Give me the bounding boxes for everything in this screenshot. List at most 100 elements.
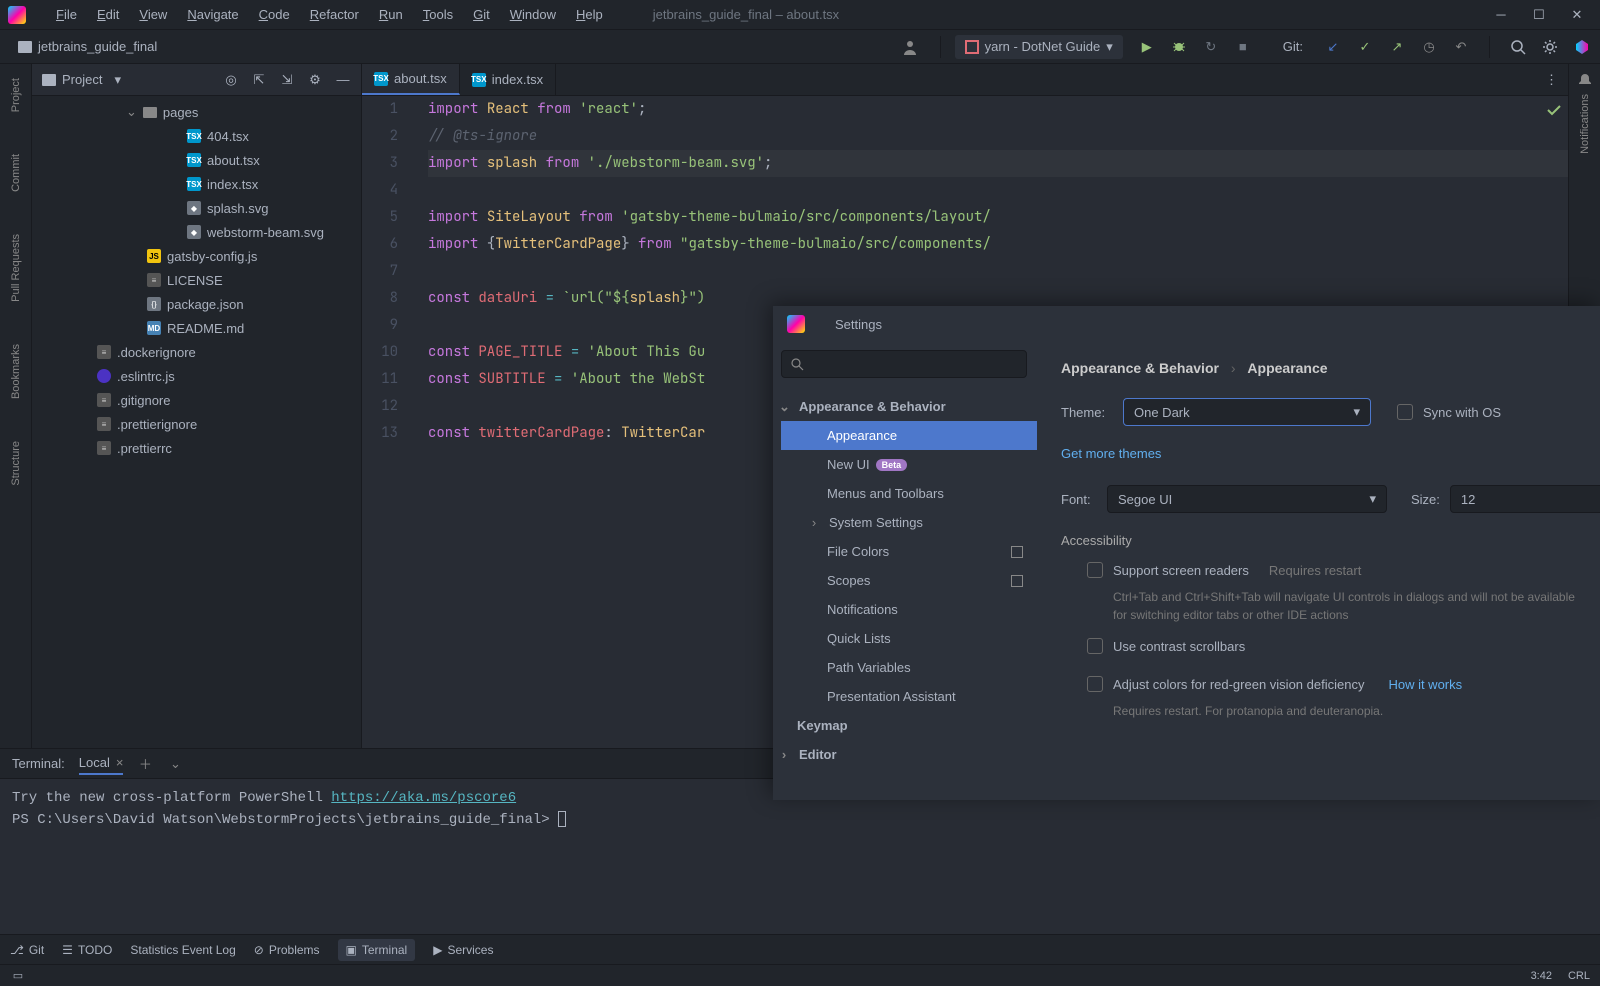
maximize-icon[interactable]: ☐ bbox=[1532, 8, 1546, 22]
settings-icon[interactable] bbox=[1542, 39, 1558, 55]
bottom-todo[interactable]: ☰TODO bbox=[62, 943, 112, 957]
bottom-problems[interactable]: ⊘Problems bbox=[254, 943, 320, 957]
bottom-services[interactable]: ▶Services bbox=[433, 943, 493, 957]
bottom-git[interactable]: ⎇Git bbox=[10, 943, 44, 957]
git-pull-icon[interactable]: ↙ bbox=[1325, 39, 1341, 55]
tool-structure[interactable]: Structure bbox=[10, 435, 22, 492]
menu-help[interactable]: Help bbox=[566, 3, 613, 26]
tool-window-layout-icon[interactable]: ▭ bbox=[10, 968, 26, 984]
tree-item[interactable]: ≡.prettierrc bbox=[32, 436, 361, 460]
git-commit-icon[interactable]: ✓ bbox=[1357, 39, 1373, 55]
git-push-icon[interactable]: ↗ bbox=[1389, 39, 1405, 55]
editor-tab[interactable]: TSXindex.tsx bbox=[460, 64, 556, 95]
how-it-works-link[interactable]: How it works bbox=[1388, 677, 1462, 692]
menu-tools[interactable]: Tools bbox=[413, 3, 463, 26]
minimize-icon[interactable]: ─ bbox=[1494, 8, 1508, 22]
tree-item[interactable]: TSX404.tsx bbox=[32, 124, 361, 148]
tool-notifications[interactable]: Notifications bbox=[1579, 88, 1591, 160]
bell-icon[interactable] bbox=[1577, 72, 1593, 88]
close-icon[interactable]: ✕ bbox=[1570, 8, 1584, 22]
run-configuration-select[interactable]: yarn - DotNet Guide ▾ bbox=[955, 35, 1123, 59]
search-icon[interactable] bbox=[1510, 39, 1526, 55]
terminal-body[interactable]: Try the new cross-platform PowerShell ht… bbox=[0, 779, 1600, 934]
tree-item[interactable]: TSXabout.tsx bbox=[32, 148, 361, 172]
code-with-me-icon[interactable] bbox=[1574, 39, 1590, 55]
project-breadcrumb[interactable]: jetbrains_guide_final bbox=[10, 36, 165, 57]
expand-all-icon[interactable]: ⇱ bbox=[251, 72, 267, 88]
screen-readers-checkbox[interactable] bbox=[1087, 562, 1103, 578]
settings-item-appearance[interactable]: Appearance bbox=[781, 421, 1037, 450]
tool-commit[interactable]: Commit bbox=[10, 148, 22, 198]
menu-edit[interactable]: Edit bbox=[87, 3, 129, 26]
menu-navigate[interactable]: Navigate bbox=[177, 3, 248, 26]
settings-item-editor[interactable]: ›Editor bbox=[781, 740, 1037, 769]
menu-file[interactable]: File bbox=[46, 3, 87, 26]
menu-git[interactable]: Git bbox=[463, 3, 500, 26]
terminal-link[interactable]: https://aka.ms/pscore6 bbox=[331, 790, 516, 806]
tree-item[interactable]: ≡.prettierignore bbox=[32, 412, 361, 436]
close-tab-icon[interactable]: × bbox=[116, 755, 124, 770]
history-icon[interactable]: ◷ bbox=[1421, 39, 1437, 55]
tree-item[interactable]: TSXindex.tsx bbox=[32, 172, 361, 196]
settings-item-keymap[interactable]: Keymap bbox=[781, 711, 1037, 740]
run-icon[interactable]: ▶ bbox=[1139, 39, 1155, 55]
sync-with-os-checkbox[interactable] bbox=[1397, 404, 1413, 420]
debug-icon[interactable] bbox=[1171, 39, 1187, 55]
settings-item-file-colors[interactable]: File Colors bbox=[781, 537, 1037, 566]
tree-item[interactable]: ◆splash.svg bbox=[32, 196, 361, 220]
tool-project[interactable]: Project bbox=[10, 72, 22, 118]
settings-item-new-ui[interactable]: New UIBeta bbox=[781, 450, 1037, 479]
terminal-tab-local[interactable]: Local × bbox=[79, 752, 124, 775]
tree-item[interactable]: ≡LICENSE bbox=[32, 268, 361, 292]
settings-item-quick-lists[interactable]: Quick Lists bbox=[781, 624, 1037, 653]
locate-icon[interactable]: ◎ bbox=[223, 72, 239, 88]
menu-refactor[interactable]: Refactor bbox=[300, 3, 369, 26]
settings-tree[interactable]: ⌄Appearance & BehaviorAppearanceNew UIBe… bbox=[781, 392, 1037, 800]
undo-icon[interactable]: ↶ bbox=[1453, 39, 1469, 55]
line-separator[interactable]: CRL bbox=[1568, 970, 1590, 982]
bottom-statistics-event-log[interactable]: Statistics Event Log bbox=[130, 943, 235, 957]
theme-select[interactable]: One Dark ▾ bbox=[1123, 398, 1371, 426]
settings-search-input[interactable] bbox=[781, 350, 1027, 378]
chevron-down-icon[interactable]: ⌄ bbox=[167, 756, 183, 772]
tree-item[interactable]: .eslintrc.js bbox=[32, 364, 361, 388]
menu-view[interactable]: View bbox=[129, 3, 177, 26]
new-session-icon[interactable]: ＋ bbox=[137, 756, 153, 772]
caret-position[interactable]: 3:42 bbox=[1531, 970, 1552, 982]
editor-tab[interactable]: TSXabout.tsx bbox=[362, 64, 460, 95]
run-with-coverage-icon[interactable]: ↻ bbox=[1203, 39, 1219, 55]
tree-item[interactable]: ≡.dockerignore bbox=[32, 340, 361, 364]
tree-item[interactable]: ≡.gitignore bbox=[32, 388, 361, 412]
stop-icon[interactable]: ■ bbox=[1235, 39, 1251, 55]
tree-item[interactable]: {}package.json bbox=[32, 292, 361, 316]
tool-bookmarks[interactable]: Bookmarks bbox=[10, 338, 22, 405]
tree-item[interactable]: ⌄pages bbox=[32, 100, 361, 124]
collapse-all-icon[interactable]: ⇲ bbox=[279, 72, 295, 88]
menu-code[interactable]: Code bbox=[249, 3, 300, 26]
tool-pull-requests[interactable]: Pull Requests bbox=[10, 228, 22, 308]
project-tree[interactable]: ⌄pagesTSX404.tsxTSXabout.tsxTSXindex.tsx… bbox=[32, 96, 361, 748]
settings-item-presentation-assistant[interactable]: Presentation Assistant bbox=[781, 682, 1037, 711]
gear-icon[interactable]: ⚙ bbox=[307, 72, 323, 88]
settings-item-notifications[interactable]: Notifications bbox=[781, 595, 1037, 624]
tree-item[interactable]: MDREADME.md bbox=[32, 316, 361, 340]
menu-window[interactable]: Window bbox=[500, 3, 566, 26]
settings-item-system-settings[interactable]: ›System Settings bbox=[781, 508, 1037, 537]
settings-item-appearance-behavior[interactable]: ⌄Appearance & Behavior bbox=[781, 392, 1037, 421]
settings-item-scopes[interactable]: Scopes bbox=[781, 566, 1037, 595]
tab-more-icon[interactable]: ⋮ bbox=[1535, 64, 1568, 95]
colorblind-checkbox[interactable] bbox=[1087, 676, 1103, 692]
tree-item[interactable]: JSgatsby-config.js bbox=[32, 244, 361, 268]
font-select[interactable]: Segoe UI ▾ bbox=[1107, 485, 1387, 513]
account-icon[interactable] bbox=[900, 37, 920, 57]
hide-icon[interactable]: — bbox=[335, 72, 351, 88]
settings-item-menus-and-toolbars[interactable]: Menus and Toolbars bbox=[781, 479, 1037, 508]
settings-item-path-variables[interactable]: Path Variables bbox=[781, 653, 1037, 682]
get-more-themes-link[interactable]: Get more themes bbox=[1061, 446, 1161, 461]
tree-item[interactable]: ◆webstorm-beam.svg bbox=[32, 220, 361, 244]
contrast-scrollbars-checkbox[interactable] bbox=[1087, 638, 1103, 654]
chevron-down-icon[interactable]: ▾ bbox=[114, 72, 121, 88]
size-select[interactable]: 12 ▾ bbox=[1450, 485, 1600, 513]
menu-run[interactable]: Run bbox=[369, 3, 413, 26]
inspection-ok-icon[interactable] bbox=[1546, 102, 1562, 118]
